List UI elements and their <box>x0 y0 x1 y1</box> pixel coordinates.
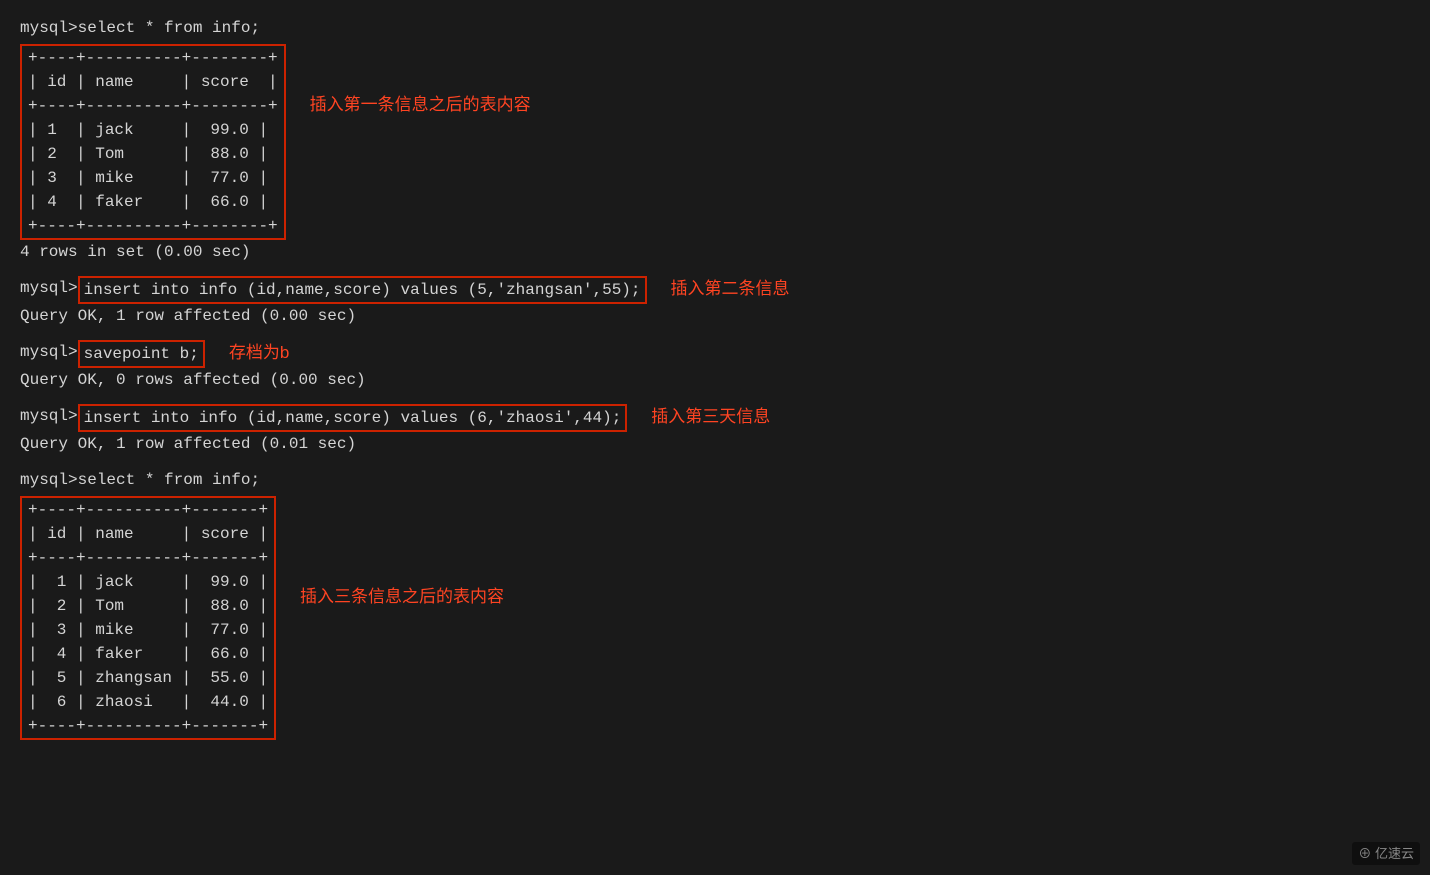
insert1-prompt-line: mysql> insert into info (id,name,score) … <box>20 276 1410 304</box>
annotation-2: 插入第二条信息 <box>671 276 790 302</box>
query1-prompt-line: mysql> select * from info; <box>20 16 1410 40</box>
annotation-1: 插入第一条信息之后的表内容 <box>310 92 531 118</box>
insert1-result: Query OK, 1 row affected (0.00 sec) <box>20 304 1410 328</box>
table2-border-top: +----+----------+-------+ <box>22 498 274 522</box>
table2-container: +----+----------+-------+ | id | name | … <box>20 494 1410 740</box>
table1-row-3: | 3 | mike | 77.0 | <box>22 166 284 190</box>
section-query1: mysql> select * from info; +----+-------… <box>20 16 1410 264</box>
table1-row-1: | 1 | jack | 99.0 | <box>22 118 284 142</box>
query2-prompt-line: mysql> select * from info; <box>20 468 1410 492</box>
table1-border-top: +----+----------+--------+ <box>22 46 284 70</box>
table1-row-4: | 4 | faker | 66.0 | <box>22 190 284 214</box>
prompt4: mysql> <box>20 404 78 428</box>
watermark: ⊕ 亿速云 <box>1352 842 1420 866</box>
table1-header: | id | name | score | <box>22 70 284 94</box>
table2-row-6: | 6 | zhaosi | 44.0 | <box>22 690 274 714</box>
prompt5: mysql> <box>20 468 78 492</box>
table2-header: | id | name | score | <box>22 522 274 546</box>
insert2-cmd-box: insert into info (id,name,score) values … <box>78 404 628 432</box>
savepoint-result: Query OK, 0 rows affected (0.00 sec) <box>20 368 1410 392</box>
table2-row-4: | 4 | faker | 66.0 | <box>22 642 274 666</box>
savepoint-prompt-line: mysql> savepoint b; 存档为b <box>20 340 1410 368</box>
savepoint-cmd-box: savepoint b; <box>78 340 205 368</box>
table2-row-3: | 3 | mike | 77.0 | <box>22 618 274 642</box>
table1-container: +----+----------+--------+ | id | name |… <box>20 42 1410 240</box>
section-insert1: mysql> insert into info (id,name,score) … <box>20 276 1410 328</box>
section-savepoint: mysql> savepoint b; 存档为b Query OK, 0 rows… <box>20 340 1410 392</box>
table2-border-mid: +----+----------+-------+ <box>22 546 274 570</box>
section-query2: mysql> select * from info; +----+-------… <box>20 468 1410 740</box>
section-insert2: mysql> insert into info (id,name,score) … <box>20 404 1410 456</box>
insert2-result: Query OK, 1 row affected (0.01 sec) <box>20 432 1410 456</box>
table2-row-2: | 2 | Tom | 88.0 | <box>22 594 274 618</box>
query2-cmd: select * from info; <box>78 468 260 492</box>
annotation-5: 插入三条信息之后的表内容 <box>300 584 504 610</box>
annotation-3: 存档为b <box>229 340 289 366</box>
insert2-prompt-line: mysql> insert into info (id,name,score) … <box>20 404 1410 432</box>
prompt1: mysql> <box>20 16 78 40</box>
query1-cmd: select * from info; <box>78 16 260 40</box>
result-table-2: +----+----------+-------+ | id | name | … <box>20 496 276 740</box>
table1-row-2: | 2 | Tom | 88.0 | <box>22 142 284 166</box>
prompt3: mysql> <box>20 340 78 364</box>
table1-border-bot: +----+----------+--------+ <box>22 214 284 238</box>
insert1-cmd-box: insert into info (id,name,score) values … <box>78 276 647 304</box>
result-table-1: +----+----------+--------+ | id | name |… <box>20 44 286 240</box>
annotation-4: 插入第三天信息 <box>651 404 770 430</box>
table2-row-1: | 1 | jack | 99.0 | <box>22 570 274 594</box>
table2-row-5: | 5 | zhangsan | 55.0 | <box>22 666 274 690</box>
prompt2: mysql> <box>20 276 78 300</box>
table1-border-mid: +----+----------+--------+ <box>22 94 284 118</box>
table1-footer: 4 rows in set (0.00 sec) <box>20 240 1410 264</box>
table2-border-bot: +----+----------+-------+ <box>22 714 274 738</box>
